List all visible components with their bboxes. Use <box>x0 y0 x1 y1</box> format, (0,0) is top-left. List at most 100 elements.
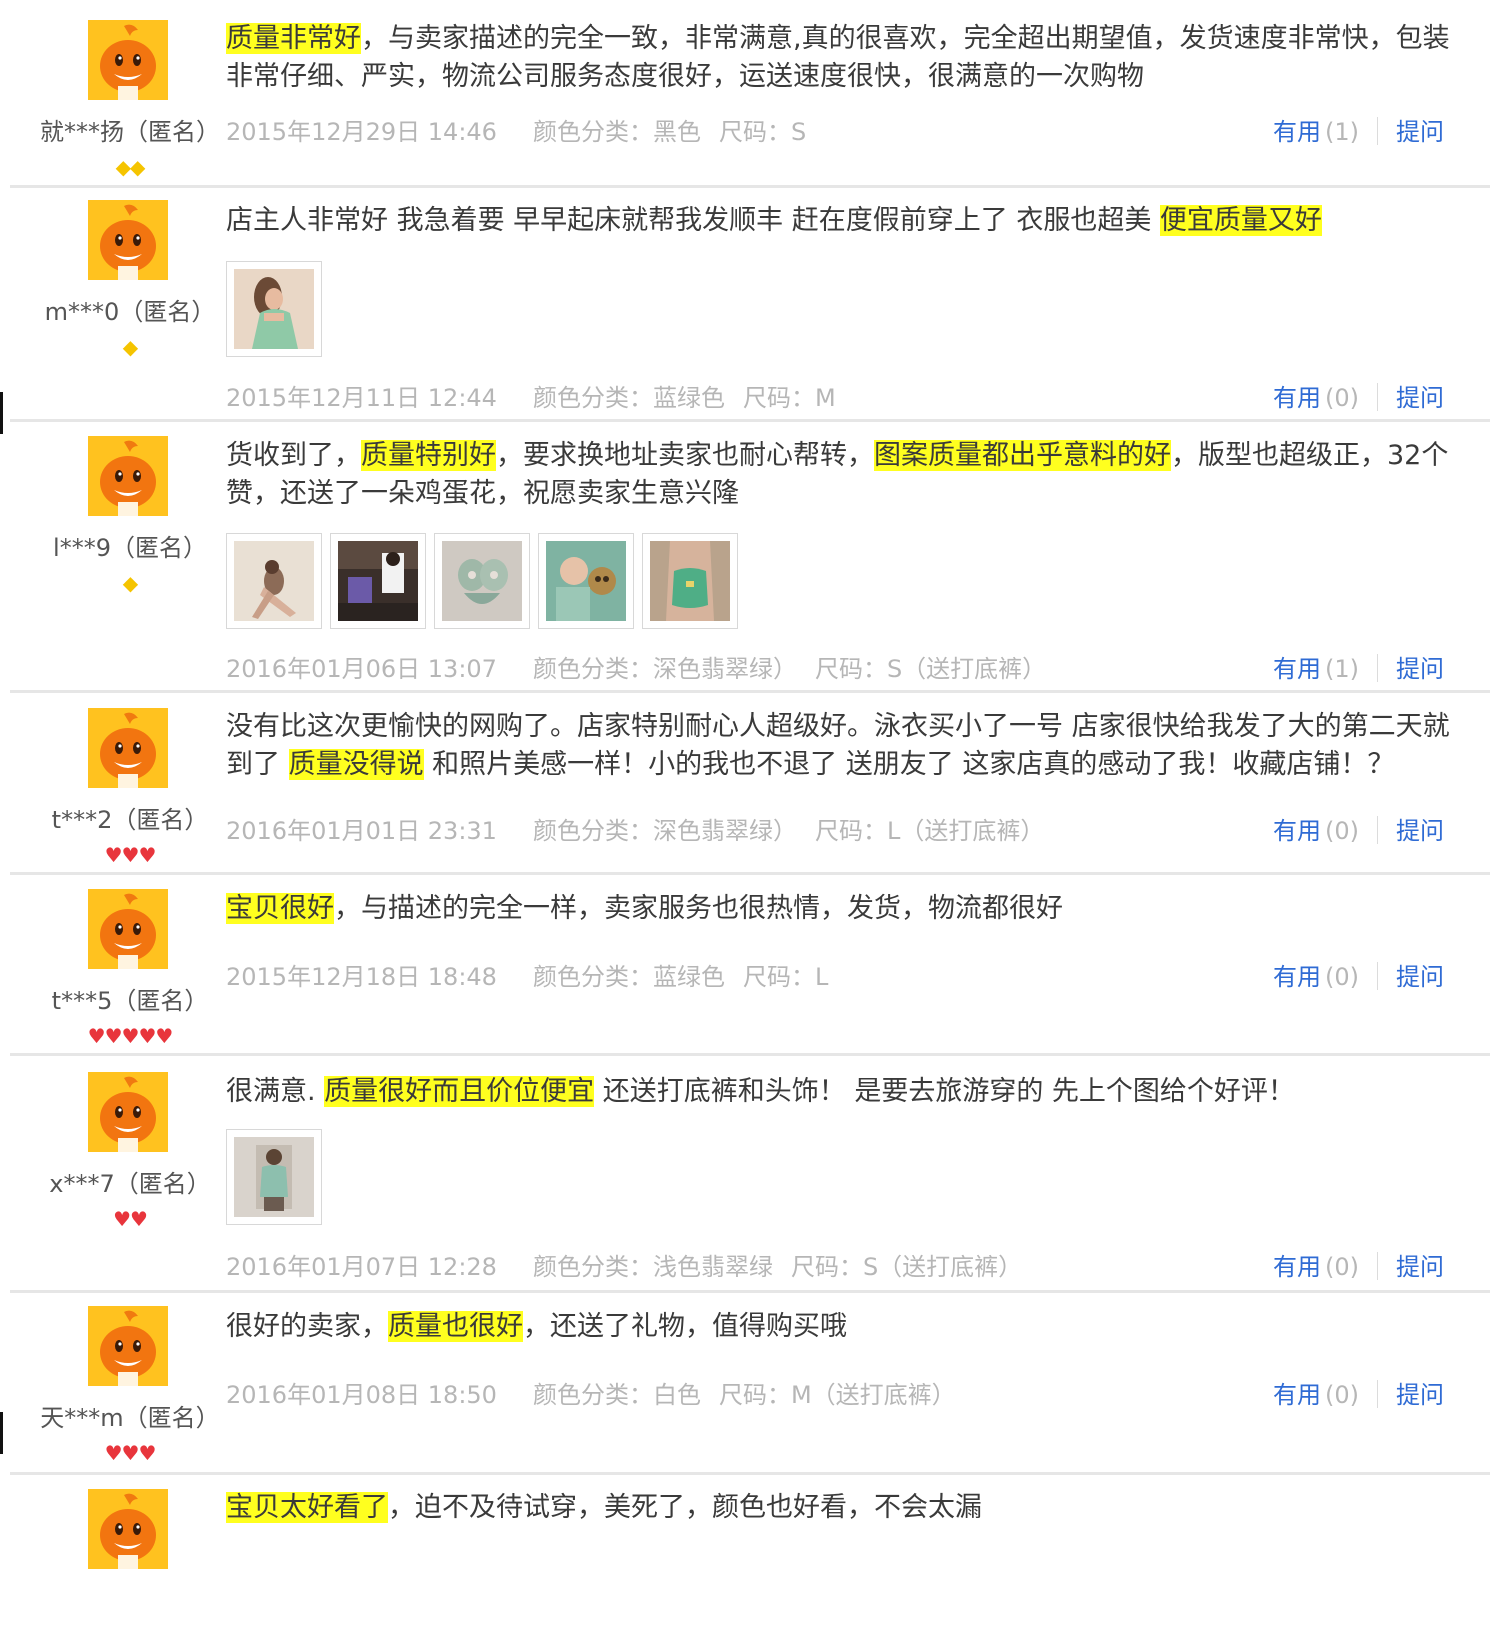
review-text-segment: ，与卖家描述的完全一致，非常满意,真的很喜欢，完全超出期望值，发货速度非常快，包… <box>226 23 1450 92</box>
review-divider <box>10 185 1490 188</box>
review-photo-thumbnail[interactable] <box>538 533 634 629</box>
highlight-phrase: 宝贝太好看了 <box>226 1492 388 1523</box>
review-text: 很满意. 质量很好而且价位便宜 还送打底裤和头饰！ 是要去旅游穿的 先上个图给个… <box>226 1073 1461 1111</box>
review-photo-thumbnail[interactable] <box>330 533 426 629</box>
action-divider <box>1377 1252 1378 1280</box>
review-text: 货收到了，质量特别好，要求换地址卖家也耐心帮转，图案质量都出乎意料的好，版型也超… <box>226 437 1461 513</box>
ask-question-link[interactable]: 提问 <box>1396 1253 1444 1281</box>
useful-count: (0) <box>1325 963 1359 991</box>
review-date: 2016年01月01日 23:31 <box>226 817 497 845</box>
ask-question-link[interactable]: 提问 <box>1396 963 1444 991</box>
review-photo-thumbnail[interactable] <box>642 533 738 629</box>
edge-mark <box>0 1412 3 1454</box>
review-actions: 有用 (1) 提问 <box>1273 112 1473 149</box>
sku-color: 颜色分类：白色 <box>532 1381 701 1409</box>
avatar[interactable] <box>88 436 168 516</box>
sku-size: 尺码：M（送打底裤） <box>718 1381 956 1409</box>
action-divider <box>1377 383 1378 411</box>
review-photo-thumbnail[interactable] <box>226 261 322 357</box>
heart-icon: ♥♥♥ <box>104 1441 157 1465</box>
sku-color: 颜色分类：蓝绿色 <box>532 963 725 991</box>
review-meta: 2016年01月07日 12:28 颜色分类：浅色翡翠绿 尺码：S（送打底裤） <box>226 1247 1058 1282</box>
review-date: 2016年01月08日 18:50 <box>226 1381 497 1409</box>
useful-count: (1) <box>1325 118 1359 146</box>
useful-count: (0) <box>1325 1253 1359 1281</box>
avatar[interactable] <box>88 708 168 788</box>
action-divider <box>1377 816 1378 844</box>
ask-question-link[interactable]: 提问 <box>1396 817 1444 845</box>
diamond-icon: ◆ <box>122 571 138 595</box>
useful-button[interactable]: 有用 <box>1273 1253 1321 1281</box>
ask-question-link[interactable]: 提问 <box>1396 384 1444 412</box>
review-photo-thumbnail[interactable] <box>434 533 530 629</box>
highlight-phrase: 便宜质量又好 <box>1159 205 1322 236</box>
highlight-phrase: 质量特别好 <box>361 440 496 471</box>
highlight-phrase: 质量很好而且价位便宜 <box>324 1076 595 1107</box>
useful-button[interactable]: 有用 <box>1273 817 1321 845</box>
avatar[interactable] <box>88 889 168 969</box>
review-text-segment: 很好的卖家， <box>226 1311 388 1342</box>
reviewer-name: 就***扬（匿名） <box>40 118 220 146</box>
review-text-segment: 很满意. <box>226 1076 325 1107</box>
photo-room-selfie <box>338 541 418 621</box>
review-date: 2015年12月11日 12:44 <box>226 384 497 412</box>
review-divider <box>10 1290 1490 1293</box>
avatar[interactable] <box>88 1489 168 1569</box>
highlight-phrase: 质量也很好 <box>388 1311 523 1342</box>
reviewer-name: m***0（匿名） <box>44 298 216 326</box>
useful-button[interactable]: 有用 <box>1273 655 1321 683</box>
ask-question-link[interactable]: 提问 <box>1396 655 1444 683</box>
credit-diamond-badge: ◆◆ <box>0 156 260 178</box>
sku-color: 颜色分类：黑色 <box>532 118 701 146</box>
useful-button[interactable]: 有用 <box>1273 384 1321 412</box>
review-text-segment: ，与描述的完全一样，卖家服务也很热情，发货，物流都很好 <box>334 893 1063 924</box>
credit-diamond-badge: ◆ <box>0 336 260 358</box>
avatar[interactable] <box>88 1072 168 1152</box>
review-text-segment: 还送打底裤和头饰！ 是要去旅游穿的 先上个图给个好评！ <box>594 1076 1295 1107</box>
sku-size: 尺码：M <box>742 384 836 412</box>
ask-question-link[interactable]: 提问 <box>1396 118 1444 146</box>
avatar[interactable] <box>88 20 168 100</box>
credit-heart-badge: ♥♥ <box>0 1208 260 1230</box>
sku-size: 尺码：L（送打底裤） <box>814 817 1045 845</box>
avatar[interactable] <box>88 1306 168 1386</box>
sku-color: 颜色分类：深色翡翠绿） <box>532 655 797 683</box>
photo-people-closeup <box>546 541 626 621</box>
action-divider <box>1377 962 1378 990</box>
diamond-icon: ◆◆ <box>115 155 146 179</box>
review-meta: 2015年12月11日 12:44 颜色分类：蓝绿色 尺码：M <box>226 378 872 413</box>
review-date: 2016年01月07日 12:28 <box>226 1253 497 1281</box>
review-photo-thumbnail[interactable] <box>226 1129 322 1225</box>
useful-count: (1) <box>1325 655 1359 683</box>
reviewer-name: t***2（匿名） <box>51 806 209 834</box>
sku-color: 颜色分类：蓝绿色 <box>532 384 725 412</box>
photo-beach-pose <box>234 541 314 621</box>
useful-button[interactable]: 有用 <box>1273 118 1321 146</box>
credit-heart-badge: ♥♥♥ <box>0 844 260 866</box>
diamond-icon: ◆ <box>122 335 138 359</box>
sku-size: 尺码：L <box>742 963 829 991</box>
heart-icon: ♥♥♥♥♥ <box>87 1024 174 1048</box>
review-photo-thumbnail[interactable] <box>226 533 322 629</box>
review-meta: 2016年01月06日 13:07 颜色分类：深色翡翠绿） 尺码：S（送打底裤） <box>226 649 1082 684</box>
sku-size: 尺码：S <box>718 118 807 146</box>
highlight-phrase: 质量没得说 <box>288 749 424 780</box>
review-divider <box>10 419 1490 422</box>
useful-button[interactable]: 有用 <box>1273 1381 1321 1409</box>
review-divider <box>10 1472 1490 1475</box>
highlight-phrase: 宝贝很好 <box>226 893 334 924</box>
review-meta: 2016年01月08日 18:50 颜色分类：白色 尺码：M（送打底裤） <box>226 1375 992 1410</box>
review-text-segment: ，迫不及待试穿，美死了，颜色也好看，不会太漏 <box>388 1492 982 1523</box>
ask-question-link[interactable]: 提问 <box>1396 1381 1444 1409</box>
heart-icon: ♥♥♥ <box>104 843 157 867</box>
avatar[interactable] <box>88 200 168 280</box>
useful-count: (0) <box>1325 384 1359 412</box>
credit-diamond-badge: ◆ <box>0 572 260 594</box>
review-date: 2016年01月06日 13:07 <box>226 655 497 683</box>
review-actions: 有用 (0) 提问 <box>1273 1247 1473 1284</box>
review-text: 宝贝太好看了，迫不及待试穿，美死了，颜色也好看，不会太漏 <box>226 1489 1461 1527</box>
useful-button[interactable]: 有用 <box>1273 963 1321 991</box>
review-text-segment: 货收到了， <box>226 440 361 471</box>
review-text-segment: 和照片美感一样！小的我也不退了 送朋友了 这家店真的感动了我！收藏店铺！？ <box>423 749 1395 780</box>
sku-size: 尺码：S（送打底裤） <box>790 1253 1023 1281</box>
